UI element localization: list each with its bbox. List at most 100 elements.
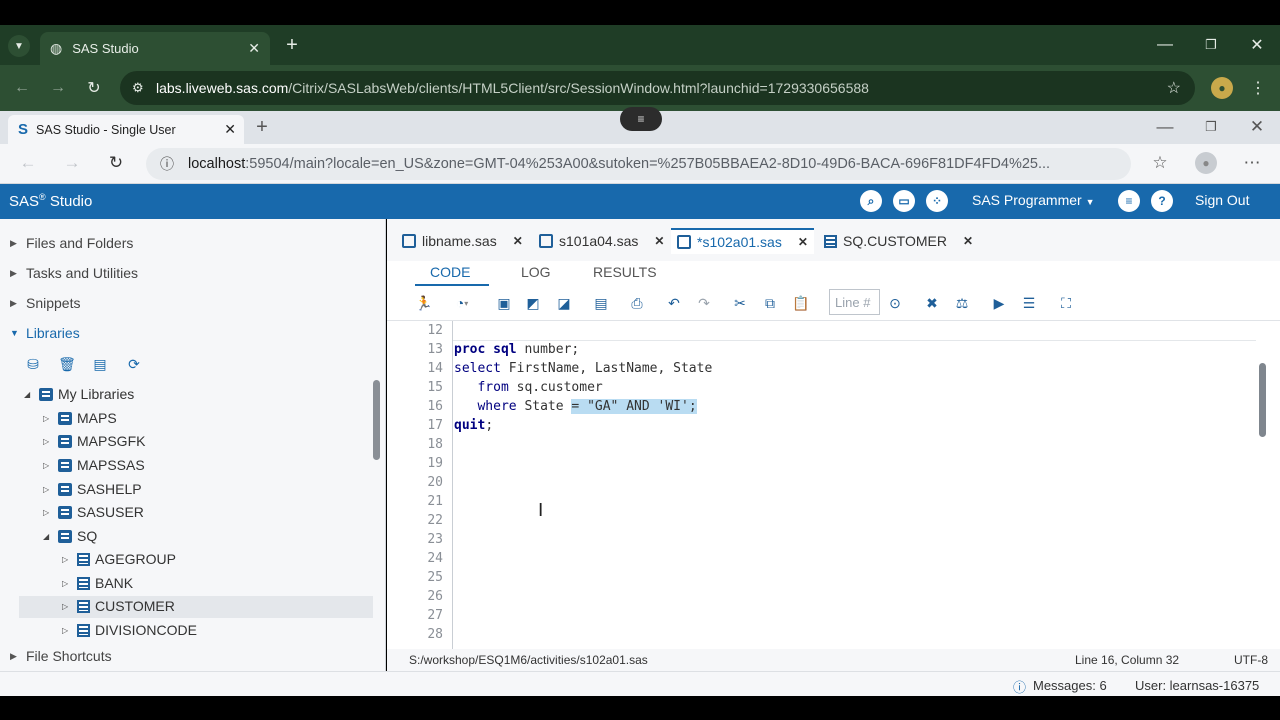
- messages-link[interactable]: Messages: 6: [1033, 678, 1107, 693]
- save-as-icon[interactable]: ◩: [523, 293, 543, 313]
- bookmark-star-icon[interactable]: ☆: [1167, 78, 1181, 98]
- snippet-icon[interactable]: ⚖: [952, 293, 972, 313]
- cut-icon[interactable]: ✂: [730, 293, 750, 313]
- editor-scrollbar[interactable]: [1259, 363, 1266, 437]
- line-number: 21: [427, 494, 443, 509]
- profile-avatar[interactable]: ●: [1211, 77, 1233, 99]
- citrix-toolbar-handle-icon[interactable]: ≡: [620, 107, 662, 131]
- refresh-icon[interactable]: ⟳: [125, 355, 143, 373]
- subtab-log[interactable]: LOG: [521, 264, 551, 280]
- tab-s102a01-sas[interactable]: *s102a01.sas ✕: [671, 228, 814, 254]
- redo-icon[interactable]: ↷: [694, 293, 714, 313]
- history-icon[interactable]: ◔ ▾: [448, 293, 476, 313]
- search-icon[interactable]: ⌕: [860, 190, 882, 212]
- export-icon[interactable]: ▤: [591, 293, 611, 313]
- section-files-and-folders[interactable]: ▶ Files and Folders: [10, 235, 133, 251]
- section-label: File Shortcuts: [26, 648, 112, 664]
- print-icon[interactable]: ▭: [893, 190, 915, 212]
- menu-icon[interactable]: ⋮: [1248, 78, 1268, 98]
- expand-icon: ▶: [10, 650, 17, 661]
- new-tab-icon[interactable]: +: [282, 34, 302, 56]
- options-menu-icon[interactable]: ≡: [1118, 190, 1140, 212]
- tree-table-divisioncode[interactable]: ▷ DIVISIONCODE: [62, 620, 197, 640]
- close-icon[interactable]: ✕: [963, 234, 973, 248]
- restore-icon[interactable]: ❐: [1201, 117, 1221, 137]
- section-snippets[interactable]: ▶ Snippets: [10, 295, 80, 311]
- library-icon: [58, 434, 72, 448]
- format-code-icon[interactable]: ☰: [1019, 293, 1039, 313]
- save-log-icon[interactable]: ◪: [554, 293, 574, 313]
- tree-library-sashelp[interactable]: ▷ SASHELP: [43, 479, 142, 499]
- delete-icon[interactable]: 🗑: [58, 355, 76, 373]
- minimize-icon[interactable]: —: [1155, 35, 1175, 55]
- close-icon[interactable]: ✕: [654, 234, 664, 248]
- sign-out-link[interactable]: Sign Out: [1195, 192, 1249, 208]
- inner-tab[interactable]: S SAS Studio - Single User ✕: [8, 115, 244, 144]
- tab-sq-customer[interactable]: SQ.CUSTOMER ✕: [818, 228, 979, 254]
- section-libraries[interactable]: ▼ Libraries: [10, 325, 80, 341]
- left-scrollbar[interactable]: [373, 380, 380, 460]
- section-file-shortcuts[interactable]: ▶ File Shortcuts: [10, 648, 112, 664]
- tree-library-mapssas[interactable]: ▷ MAPSSAS: [43, 455, 145, 475]
- run-icon[interactable]: 🏃: [414, 293, 434, 313]
- help-icon[interactable]: ?: [1151, 190, 1173, 212]
- forward-icon[interactable]: →: [48, 78, 68, 98]
- tree-table-customer[interactable]: ▷ CUSTOMER: [62, 596, 175, 616]
- close-icon[interactable]: ✕: [798, 235, 808, 249]
- tree-table-agegroup[interactable]: ▷ AGEGROUP: [62, 549, 176, 569]
- close-icon[interactable]: ✕: [224, 121, 236, 138]
- outer-url-bar[interactable]: ⚙ labs.liveweb.sas.com/Citrix/SASLabsWeb…: [120, 71, 1195, 105]
- favorites-icon[interactable]: ☆: [1150, 153, 1170, 173]
- tree-label: DIVISIONCODE: [95, 622, 197, 638]
- tab-libname-sas[interactable]: libname.sas ✕: [396, 228, 529, 254]
- more-icon[interactable]: ⋯: [1242, 153, 1262, 173]
- new-tab-icon[interactable]: +: [252, 116, 272, 138]
- tree-my-libraries[interactable]: ◢ My Libraries: [24, 384, 134, 404]
- paste-icon[interactable]: 📋: [791, 293, 811, 313]
- reload-icon[interactable]: ↻: [106, 153, 126, 173]
- line-number: 16: [427, 399, 443, 414]
- close-window-icon[interactable]: ✕: [1247, 117, 1267, 137]
- go-to-line-icon[interactable]: ⊙: [885, 293, 905, 313]
- apps-grid-icon[interactable]: ⁘: [926, 190, 948, 212]
- maximize-icon[interactable]: ⛶: [1056, 293, 1076, 313]
- tree-library-sq[interactable]: ◢ SQ: [43, 526, 97, 546]
- subtab-results[interactable]: RESULTS: [593, 264, 657, 280]
- close-icon[interactable]: ✕: [248, 40, 260, 57]
- tab-search-icon[interactable]: ▼: [8, 35, 30, 57]
- print-icon[interactable]: ⎙: [627, 293, 647, 313]
- line-number-input[interactable]: Line #: [829, 289, 880, 315]
- outer-tab[interactable]: ◍ SAS Studio ✕: [40, 32, 270, 65]
- tree-library-mapsgfk[interactable]: ▷ MAPSGFK: [43, 431, 145, 451]
- reload-icon[interactable]: ↻: [84, 78, 104, 98]
- code-text: FirstName, LastName, State: [500, 361, 713, 376]
- forward-icon[interactable]: →: [62, 153, 82, 173]
- profile-avatar[interactable]: ●: [1195, 152, 1217, 174]
- copy-icon[interactable]: ⧉: [760, 293, 780, 313]
- info-icon[interactable]: ⓘ: [160, 154, 174, 174]
- subtab-code[interactable]: CODE: [430, 264, 470, 280]
- section-tasks-and-utilities[interactable]: ▶ Tasks and Utilities: [10, 265, 138, 281]
- undo-icon[interactable]: ↶: [664, 293, 684, 313]
- new-library-icon[interactable]: ⛁: [24, 355, 42, 373]
- back-icon[interactable]: ←: [18, 153, 38, 173]
- insert-code-icon[interactable]: ▶: [989, 293, 1009, 313]
- restore-icon[interactable]: ❐: [1201, 35, 1221, 55]
- back-icon[interactable]: ←: [12, 78, 32, 98]
- inner-url-bar[interactable]: ⓘ localhost:59504/main?locale=en_US&zone…: [146, 148, 1131, 180]
- properties-icon[interactable]: ▤: [91, 355, 109, 373]
- line-number: 26: [427, 589, 443, 604]
- tree-library-maps[interactable]: ▷ MAPS: [43, 408, 117, 428]
- role-menu[interactable]: SAS Programmer ▼: [972, 192, 1095, 208]
- tree-label: MAPSGFK: [77, 433, 146, 449]
- tree-library-sasuser[interactable]: ▷ SASUSER: [43, 502, 144, 522]
- minimize-icon[interactable]: —: [1155, 117, 1175, 137]
- close-icon[interactable]: ✕: [513, 234, 523, 248]
- clear-icon[interactable]: ✖: [922, 293, 942, 313]
- tab-s101a04-sas[interactable]: s101a04.sas ✕: [533, 228, 670, 254]
- tree-table-bank[interactable]: ▷ BANK: [62, 573, 133, 593]
- save-icon[interactable]: ▣: [494, 293, 514, 313]
- close-window-icon[interactable]: ✕: [1247, 35, 1267, 55]
- sas-logo-icon: S: [18, 121, 29, 138]
- site-info-icon[interactable]: ⚙: [132, 80, 144, 96]
